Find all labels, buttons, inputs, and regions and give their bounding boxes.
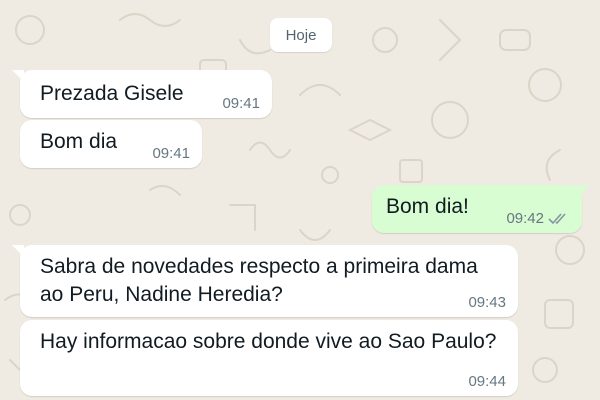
- message-text: Bom dia: [40, 130, 118, 153]
- message-text: Hay informacao sobre donde vive ao Sao P…: [40, 330, 497, 353]
- date-divider: Hoje: [270, 18, 332, 52]
- message-time: 09:42: [506, 210, 570, 227]
- message-text: Prezada Gisele: [40, 82, 184, 105]
- message-text: Sabra de novedades respecto a primeira d…: [40, 255, 478, 306]
- bubble-tail: [12, 70, 24, 82]
- incoming-message[interactable]: Hay informacao sobre donde vive ao Sao P…: [20, 320, 518, 396]
- message-time: 09:43: [468, 294, 506, 311]
- bubble-tail: [578, 185, 590, 197]
- message-text: Bom dia!: [386, 195, 469, 218]
- bubble-tail: [12, 245, 24, 257]
- incoming-message[interactable]: Bom dia 09:41: [20, 120, 202, 168]
- incoming-message[interactable]: Sabra de novedades respecto a primeira d…: [12, 245, 518, 317]
- message-time: 09:41: [222, 95, 260, 112]
- outgoing-message[interactable]: Bom dia! 09:42: [372, 185, 590, 233]
- incoming-message[interactable]: Prezada Gisele 09:41: [12, 70, 272, 118]
- double-check-icon: [548, 212, 566, 224]
- message-time: 09:41: [152, 145, 190, 162]
- message-time: 09:44: [468, 373, 506, 390]
